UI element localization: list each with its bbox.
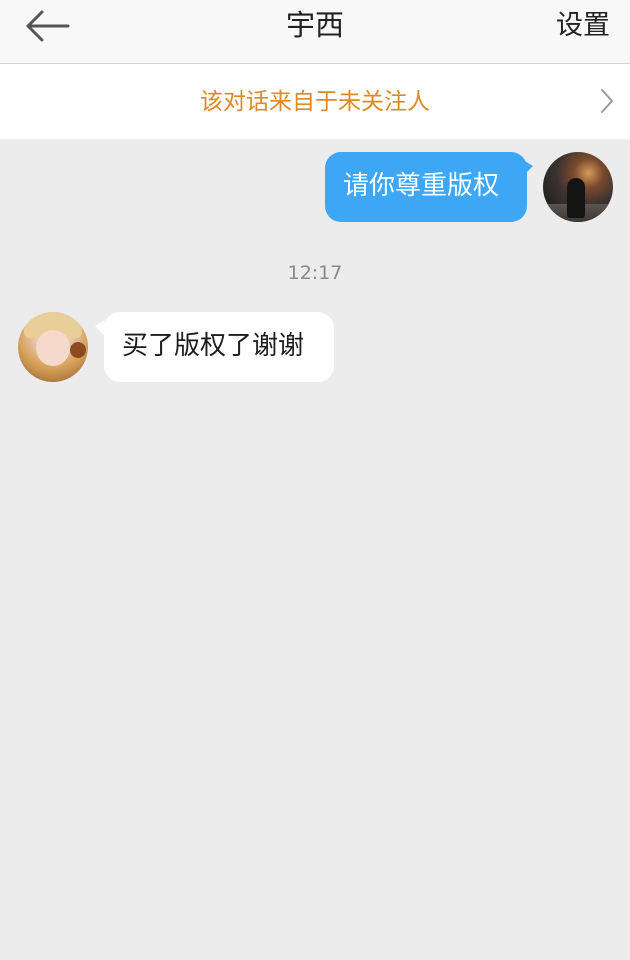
outgoing-message-bubble[interactable]: 请你尊重版权 <box>325 152 527 222</box>
settings-button[interactable]: 设置 <box>556 7 610 45</box>
avatar-figure <box>567 178 585 218</box>
notice-text: 该对话来自于未关注人 <box>200 89 430 115</box>
my-avatar[interactable] <box>543 152 613 222</box>
avatar-bear-sticker <box>70 342 86 358</box>
top-bar: 宇西 设置 <box>0 0 630 64</box>
outgoing-bubble-tail <box>523 160 533 176</box>
contact-avatar[interactable] <box>18 312 88 382</box>
page-title: 宇西 <box>285 8 344 42</box>
chevron-right-icon <box>601 89 613 113</box>
unfollowed-notice-banner[interactable]: 该对话来自于未关注人 <box>0 64 630 139</box>
incoming-message-bubble[interactable]: 买了版权了谢谢 <box>104 312 334 382</box>
avatar-face <box>36 330 70 366</box>
message-timestamp: 12:17 <box>287 262 343 284</box>
